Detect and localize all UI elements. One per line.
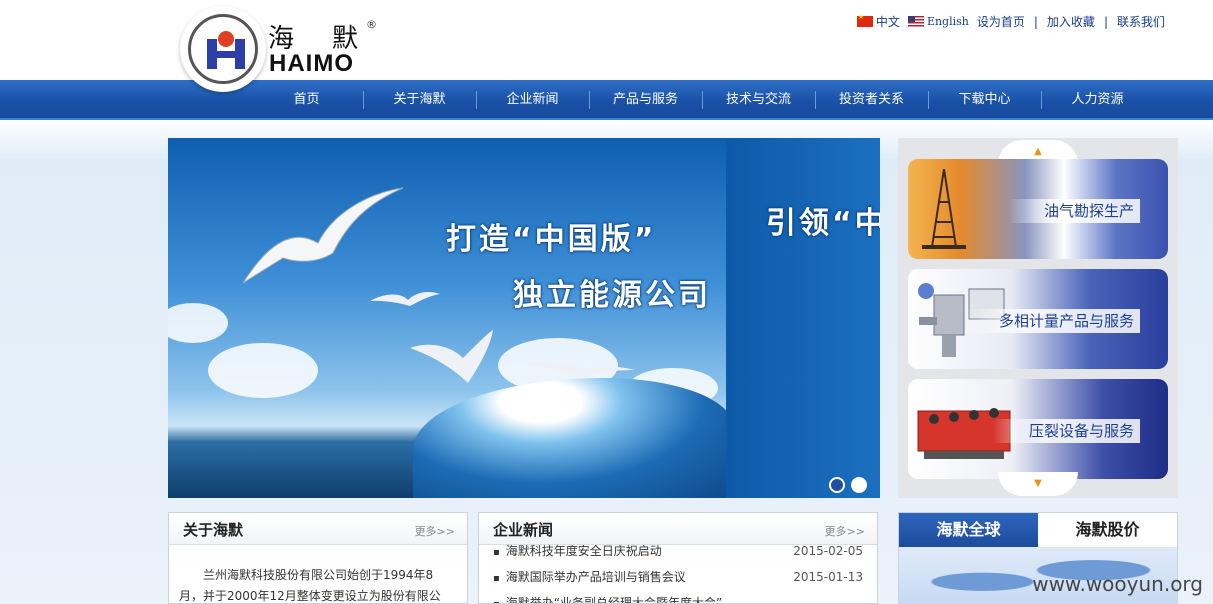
cloud: [168, 303, 228, 343]
cloud: [208, 343, 318, 398]
logo-text-en: HAIMO: [269, 50, 354, 77]
about-title: 关于海默: [183, 521, 244, 539]
news-item[interactable]: 海默国际举办产品培训与销售会议 2015-01-13: [493, 565, 863, 591]
news-ticker: 海默科技年度安全日庆祝启动 2015-02-05 海默国际举办产品培训与销售会议…: [479, 545, 877, 603]
us-flag-icon: [907, 16, 924, 27]
nav-item-tech[interactable]: 技术与交流: [702, 80, 815, 120]
logo-ring: [188, 14, 258, 84]
news-more-link[interactable]: 更多>>: [825, 523, 865, 539]
news-item-title[interactable]: 海默科技年度安全日庆祝启动: [493, 545, 662, 565]
banner-slideshow[interactable]: 打造“中国版” 独立能源公司 引领“中: [168, 138, 880, 498]
lang-en-link[interactable]: English: [907, 15, 969, 28]
news-item[interactable]: 海默科技年度安全日庆祝启动 2015-02-05: [493, 545, 863, 565]
lang-en-label: English: [926, 15, 969, 28]
card-oil-gas[interactable]: 油气勘探生产: [908, 159, 1168, 259]
tab-haimo-global[interactable]: 海默全球: [899, 513, 1038, 547]
nav-item-about[interactable]: 关于海默: [363, 80, 476, 120]
nav-item-investors[interactable]: 投资者关系: [815, 80, 928, 120]
divider: |: [1033, 14, 1038, 29]
about-text: 兰州海默科技股份有限公司始创于1994年8月，并于2000年12月整体变更设立为…: [179, 568, 441, 603]
banner-slogan-line2: 独立能源公司: [513, 278, 711, 313]
slide-dot-2[interactable]: [851, 477, 867, 493]
about-header: 关于海默 更多>>: [169, 513, 467, 545]
about-more-link[interactable]: 更多>>: [415, 523, 455, 539]
news-item-date: 2015-02-05: [793, 545, 863, 558]
registered-mark: ®: [366, 18, 377, 31]
seagull-icon: [370, 292, 440, 306]
slide-dots: [829, 477, 867, 493]
logo[interactable]: [180, 6, 266, 92]
news-item[interactable]: 海默举办“业务副总经理大会暨年度大会”: [493, 591, 863, 603]
tab-haimo-stock[interactable]: 海默股价: [1038, 513, 1177, 547]
set-homepage-link[interactable]: 设为首页: [977, 13, 1025, 30]
global-tabs: 海默全球 海默股价: [899, 513, 1177, 547]
news-item-date: 2015-01-13: [793, 570, 863, 584]
news-item-title[interactable]: 海默举办“业务副总经理大会暨年度大会”: [493, 591, 722, 603]
banner-slogan-next: 引领“中: [766, 206, 880, 241]
news-header: 企业新闻 更多>>: [479, 513, 877, 545]
haimo-logo-icon: [205, 31, 247, 69]
china-flag-icon: [856, 13, 873, 27]
nav-item-products[interactable]: 产品与服务: [589, 80, 702, 120]
wave-image: [413, 378, 733, 498]
seagull-icon: [242, 187, 404, 284]
card-label: 多相计量产品与服务: [962, 309, 1140, 333]
card-label: 压裂设备与服务: [992, 419, 1140, 443]
seagull-icon: [410, 330, 493, 383]
card-label: 油气勘探生产: [1007, 199, 1140, 223]
card-fracturing[interactable]: 压裂设备与服务: [908, 379, 1168, 479]
header: 海默 ® HAIMO 中文 English 设为首页 | 加入收藏 | 联系我们: [0, 0, 1213, 92]
business-sidebar: ▲ 油气勘探生产 多相计量产品与服务 压裂设备与服务 ▼: [898, 138, 1178, 498]
nav-item-downloads[interactable]: 下载中心: [928, 80, 1041, 120]
lang-cn-label: 中文: [875, 15, 900, 29]
contact-us-link[interactable]: 联系我们: [1117, 13, 1165, 30]
watermark: www.wooyun.org: [1032, 572, 1203, 596]
slide-dot-1[interactable]: [829, 477, 845, 493]
lang-cn-link[interactable]: 中文: [856, 13, 900, 30]
main-nav: 首页 关于海默 企业新闻 产品与服务 技术与交流 投资者关系 下载中心 人力资源: [0, 80, 1213, 120]
nav-item-hr[interactable]: 人力资源: [1041, 80, 1154, 120]
banner-slogan-line1: 打造“中国版”: [446, 222, 657, 257]
add-favorite-link[interactable]: 加入收藏: [1047, 13, 1095, 30]
card-multiphase-metering[interactable]: 多相计量产品与服务: [908, 269, 1168, 369]
divider: |: [1103, 14, 1108, 29]
news-title: 企业新闻: [493, 521, 554, 539]
news-box: 企业新闻 更多>> 海默科技年度安全日庆祝启动 2015-02-05 海默国际举…: [478, 512, 878, 604]
top-links: 中文 English 设为首页 | 加入收藏 | 联系我们: [856, 13, 1165, 30]
nav-item-news[interactable]: 企业新闻: [476, 80, 589, 120]
banner-next-slide: [726, 138, 880, 498]
scroll-down-arrow-icon[interactable]: ▼: [998, 472, 1078, 496]
seagull-icon: [525, 362, 635, 378]
news-item-title[interactable]: 海默国际举办产品培训与销售会议: [493, 565, 686, 591]
oil-derrick-icon: [922, 168, 966, 249]
nav-item-home[interactable]: 首页: [250, 80, 363, 120]
about-box: 关于海默 更多>> 兰州海默科技股份有限公司始创于1994年8月，并于2000年…: [168, 512, 468, 604]
